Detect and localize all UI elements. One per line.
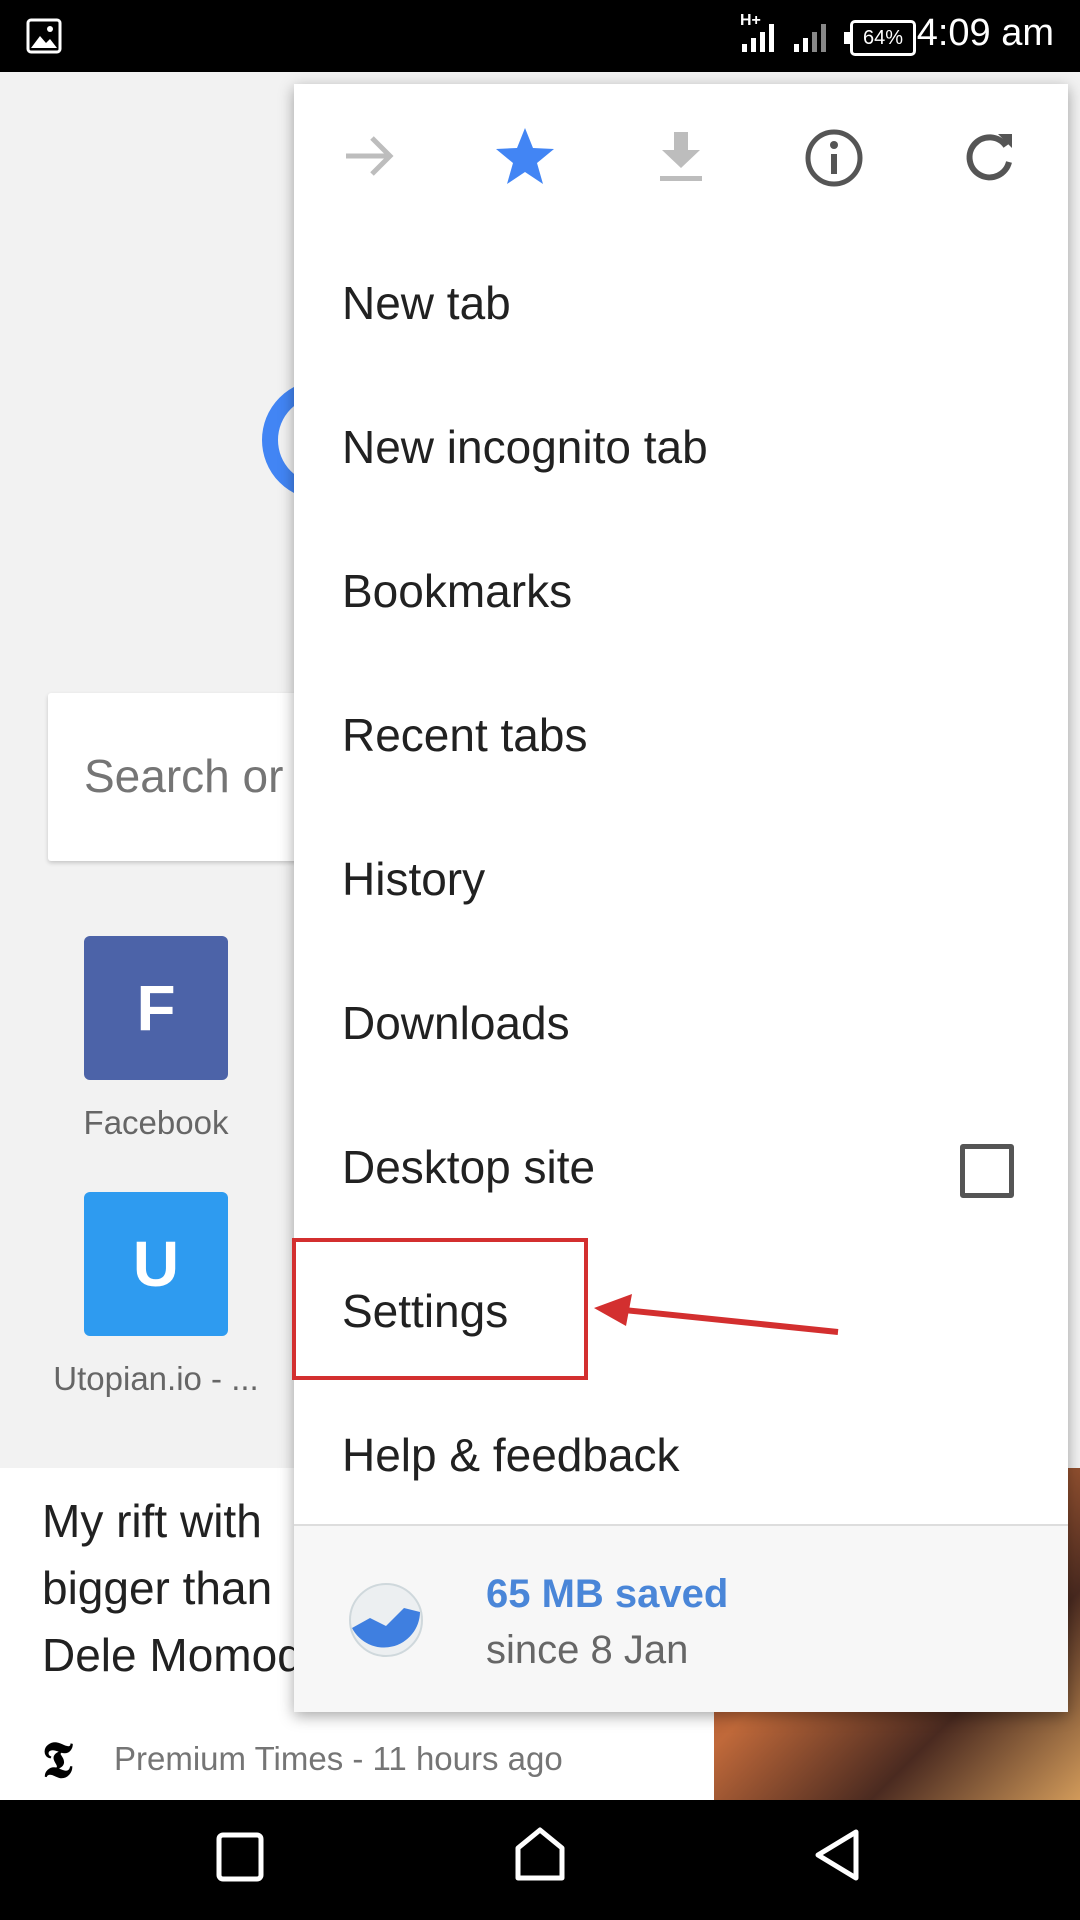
refresh-icon[interactable] bbox=[962, 130, 1016, 184]
desktop-site-checkbox[interactable] bbox=[960, 1144, 1014, 1198]
settings-highlight-box bbox=[292, 1238, 588, 1380]
menu-icon-row bbox=[294, 84, 1068, 228]
back-icon[interactable] bbox=[812, 1828, 862, 1882]
tile-label-utopian: Utopian.io - ... bbox=[53, 1360, 259, 1397]
navigation-bar bbox=[0, 1800, 1080, 1920]
menu-item-label: History bbox=[342, 853, 486, 905]
download-icon[interactable] bbox=[658, 130, 704, 182]
menu-item-label: Downloads bbox=[342, 997, 570, 1049]
info-icon[interactable] bbox=[804, 128, 864, 188]
status-bar: H+ 64% 4:09 am bbox=[0, 0, 1080, 72]
signal-icon-2 bbox=[794, 24, 826, 52]
menu-item-new-tab[interactable]: New tab bbox=[294, 228, 1068, 372]
menu-item-label: Bookmarks bbox=[342, 565, 573, 617]
search-placeholder: Search or bbox=[84, 750, 284, 802]
publisher-logo-icon: 𝕿 bbox=[42, 1730, 73, 1789]
article-source: Premium Times - 11 hours ago bbox=[114, 1740, 563, 1777]
menu-item-label: New incognito tab bbox=[342, 421, 708, 473]
menu-item-desktop-site[interactable]: Desktop site bbox=[294, 1092, 1068, 1236]
tile-utopian[interactable]: U bbox=[84, 1192, 228, 1336]
tile-facebook[interactable]: F bbox=[84, 936, 228, 1080]
menu-item-label: Desktop site bbox=[342, 1141, 596, 1193]
menu-item-bookmarks[interactable]: Bookmarks bbox=[294, 516, 1068, 660]
menu-item-label: Recent tabs bbox=[342, 709, 588, 761]
menu-item-history[interactable]: History bbox=[294, 804, 1068, 948]
menu-item-help-feedback[interactable]: Help & feedback bbox=[294, 1380, 1068, 1524]
recents-icon[interactable] bbox=[216, 1832, 264, 1882]
menu-item-recent-tabs[interactable]: Recent tabs bbox=[294, 660, 1068, 804]
bookmark-star-icon[interactable] bbox=[494, 126, 556, 186]
data-saver-subtitle: since 8 Jan bbox=[486, 1628, 689, 1672]
data-saver-title: 65 MB saved bbox=[486, 1572, 729, 1616]
home-icon[interactable] bbox=[514, 1826, 566, 1882]
annotation-arrow-icon bbox=[594, 1294, 839, 1335]
overflow-menu: New tab New incognito tab Bookmarks Rece… bbox=[294, 84, 1068, 1712]
forward-icon[interactable] bbox=[342, 132, 396, 180]
battery-indicator: 64% bbox=[844, 20, 916, 56]
tile-label-facebook: Facebook bbox=[83, 1104, 229, 1141]
menu-item-downloads[interactable]: Downloads bbox=[294, 948, 1068, 1092]
menu-item-label: New tab bbox=[342, 277, 511, 329]
signal-icon bbox=[742, 24, 774, 52]
data-saver-chart-icon bbox=[349, 1583, 423, 1657]
menu-item-new-incognito-tab[interactable]: New incognito tab bbox=[294, 372, 1068, 516]
data-saver-footer[interactable]: 65 MB saved since 8 Jan bbox=[294, 1526, 1068, 1712]
menu-item-label: Help & feedback bbox=[342, 1429, 680, 1481]
clock: 4:09 am bbox=[916, 12, 1054, 54]
image-icon bbox=[26, 18, 62, 54]
